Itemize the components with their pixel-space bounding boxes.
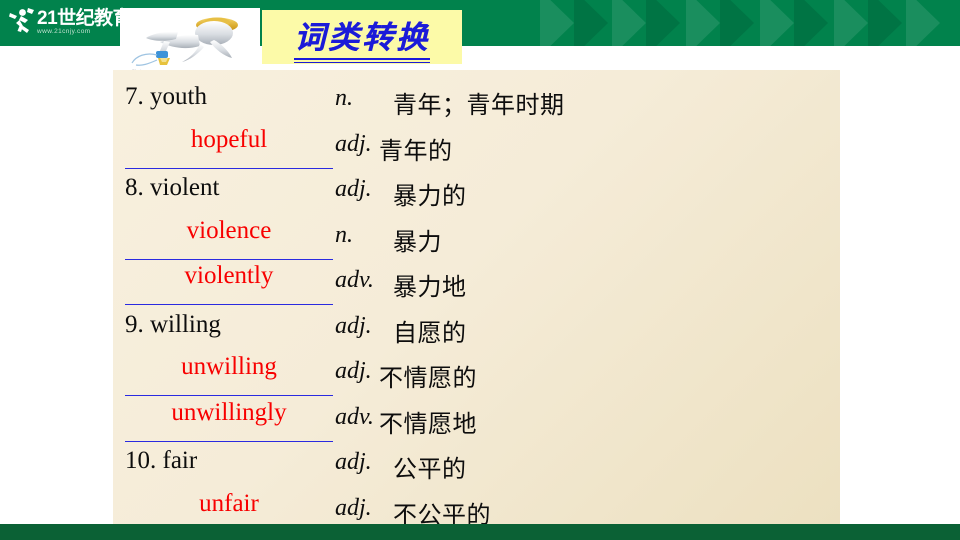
chevron-icon: [720, 0, 754, 46]
part-of-speech: adj.: [335, 449, 372, 475]
answer-cell: violently: [113, 262, 335, 311]
logo-url: www.21cnjy.com: [37, 27, 91, 35]
chevron-icon: [612, 0, 646, 46]
chevron-icon: [760, 0, 794, 46]
chevron-icon: [868, 0, 902, 46]
definition-cell: n. 青年；青年时期: [335, 84, 840, 120]
answer-text: unfair: [199, 489, 259, 517]
part-of-speech: adj.: [335, 176, 372, 202]
table-row: hopeful adj. 青年的: [113, 126, 840, 176]
word-cell: 10. fair: [113, 447, 335, 474]
fill-in-blank[interactable]: unwillingly: [125, 399, 335, 448]
chevron-icon: [906, 0, 940, 46]
title-double-underline: [294, 57, 430, 63]
slide-title-plaque: 词类转换: [262, 10, 462, 64]
answer-text: violence: [186, 216, 272, 244]
answer-text: unwilling: [181, 353, 277, 380]
chevron-icon: [686, 0, 720, 46]
blank-underline: [125, 395, 333, 396]
headword: 9. willing: [125, 310, 221, 338]
headword: 10. fair: [125, 447, 198, 474]
answer-text: unwillingly: [171, 398, 287, 426]
meaning: 暴力的: [393, 184, 467, 210]
meaning: 暴力地: [393, 275, 467, 301]
table-row: unwillingly adv. 不情愿地: [113, 399, 840, 449]
definition-cell: n. 暴力: [335, 221, 840, 257]
fill-in-blank[interactable]: unwilling: [125, 353, 335, 402]
fill-in-blank[interactable]: violently: [125, 262, 335, 311]
word-cell: 9. willing: [113, 310, 335, 338]
table-row: 7. youth n. 青年；青年时期: [113, 83, 840, 130]
meaning: 暴力: [393, 229, 442, 256]
word-cell: 8. violent: [113, 174, 335, 201]
definition-cell: adj. 暴力的: [335, 175, 840, 211]
part-of-speech: adj.: [335, 312, 372, 339]
chevron-icon: [540, 0, 574, 46]
headword: 8. violent: [125, 174, 220, 201]
blank-underline: [125, 304, 333, 305]
part-of-speech: adj.: [335, 494, 372, 521]
word-cell: 7. youth: [113, 83, 335, 110]
table-row: unwilling adj. 不情愿的: [113, 353, 840, 403]
chevron-icon: [574, 0, 608, 46]
chevron-icon: [834, 0, 868, 46]
vocabulary-panel: 7. youth n. 青年；青年时期 hopeful adj. 青年的 8. …: [113, 70, 840, 540]
table-row: 8. violent adj. 暴力的: [113, 174, 840, 221]
chevron-icon: [646, 0, 680, 46]
slide-canvas: 教育 y.com: [0, 0, 960, 540]
page-title: 词类转换: [294, 19, 430, 56]
chevron-icon: [794, 0, 828, 46]
definition-cell: adj. 公平的: [335, 448, 840, 484]
logo-wordmark: 21世纪教育: [37, 7, 132, 29]
footer-band: [0, 524, 960, 540]
definition-cell: adj. 青年的: [335, 130, 840, 166]
blank-underline: [125, 258, 333, 260]
headword: 7. youth: [125, 83, 207, 110]
part-of-speech: adj.: [335, 130, 372, 157]
table-row: 9. willing adj. 自愿的: [113, 310, 840, 358]
meaning: 不情愿的: [379, 366, 477, 392]
table-row: 10. fair adj. 公平的: [113, 447, 840, 494]
table-row: violence n. 暴力: [113, 217, 840, 267]
answer-cell: violence: [113, 217, 335, 266]
blank-underline: [125, 167, 333, 169]
running-person-icon: [8, 7, 36, 37]
vocabulary-list: 7. youth n. 青年；青年时期 hopeful adj. 青年的 8. …: [113, 70, 840, 539]
definition-cell: adv. 不情愿地: [335, 403, 840, 439]
fill-in-blank[interactable]: hopeful: [125, 126, 335, 175]
part-of-speech: n.: [335, 85, 353, 111]
definition-cell: adv. 暴力地: [335, 266, 840, 302]
table-row: violently adv. 暴力地: [113, 262, 840, 312]
blank-underline: [125, 440, 333, 442]
definition-cell: adj. 不情愿的: [335, 357, 840, 393]
answer-cell: unwillingly: [113, 399, 335, 448]
meaning: 青年；青年时期: [393, 93, 565, 119]
part-of-speech: adj.: [335, 358, 372, 384]
meaning: 不情愿地: [379, 411, 477, 438]
fill-in-blank[interactable]: violence: [125, 217, 335, 266]
meaning: 公平的: [393, 457, 467, 483]
answer-cell: hopeful: [113, 126, 335, 175]
illustration-flying-figure: www.21cnjy.com: [120, 8, 260, 74]
answer-text: violently: [184, 262, 274, 289]
part-of-speech: adv.: [335, 403, 374, 430]
part-of-speech: adv.: [335, 267, 374, 293]
meaning: 青年的: [379, 138, 453, 165]
answer-cell: unwilling: [113, 353, 335, 402]
definition-cell: adj. 自愿的: [335, 312, 840, 348]
chevron-pattern: [540, 0, 960, 46]
brand-logo: 21世纪教育 www.21cnjy.com: [8, 3, 132, 41]
meaning: 自愿的: [393, 320, 467, 347]
answer-text: hopeful: [190, 125, 268, 153]
part-of-speech: n.: [335, 221, 353, 248]
